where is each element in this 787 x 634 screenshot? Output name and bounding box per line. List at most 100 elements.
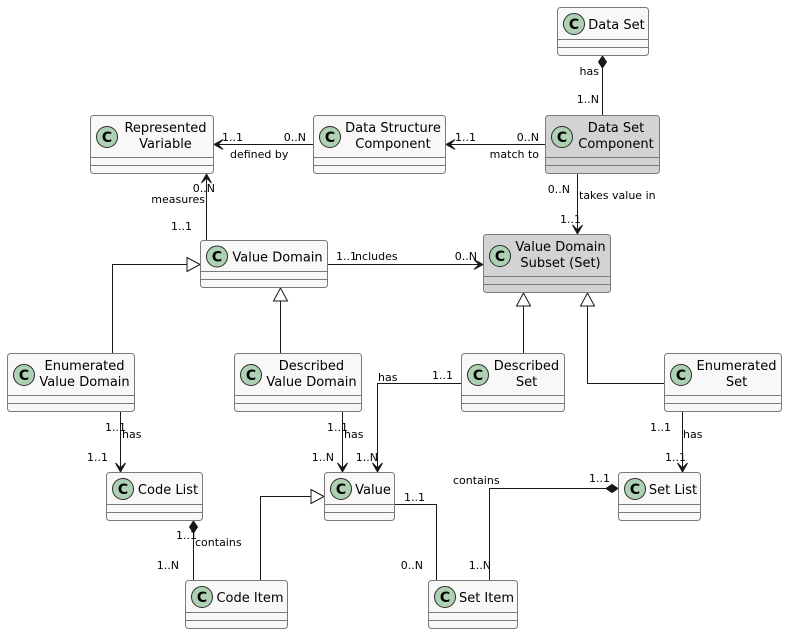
class-glyph: C [495,249,505,265]
multiplicity-label: 1..1 [222,131,243,144]
class-name-line: Code List [138,483,198,498]
class-glyph: C [197,590,207,606]
relation-label: has [378,371,398,384]
multiplicity-label: 1..N [312,451,334,464]
relation-line-eset-isa-vds[interactable] [587,306,665,384]
class-glyph: C [473,368,483,384]
class-code-item[interactable]: C Code Item [185,580,288,629]
class-data-set[interactable]: C Data Set [557,7,649,56]
class-name-line: Enumerated [44,359,124,374]
class-name-line: Set List [649,483,697,498]
class-name-line: Set [726,375,747,390]
multiplicity-label: 0..N [401,559,423,572]
relation-label: has [344,428,364,441]
uml-class-diagram: C Data Set C RepresentedVariable C Data Struc… [7,7,782,629]
class-name-line: Value Domain [266,375,356,390]
relation-label: match to [490,148,540,161]
generalization-triangle-icon [579,291,596,307]
class-name-line: Data Set [588,18,645,33]
multiplicity-label: 1..1 [589,472,610,485]
generalization-triangle-icon [310,488,326,505]
class-name-line: Described [279,359,344,374]
multiplicity-label: 0..N [517,131,539,144]
class-set-list[interactable]: C Set List [618,472,701,521]
relation-line-ci-isa-val[interactable] [260,496,312,581]
multiplicity-label: 1..N [356,451,378,464]
generalization-triangle-icon [515,291,532,307]
multiplicity-label: 1..N [469,559,491,572]
class-name-line: Value Domain [515,240,605,255]
multiplicity-label: 1..1 [404,491,425,504]
relation-line-sl-contains-si[interactable] [489,488,619,581]
class-enumerated-set[interactable]: C EnumeratedSet [664,353,782,412]
class-value[interactable]: C Value [324,472,395,521]
multiplicity-label: 1..1 [171,220,192,233]
relation-label: contains [195,536,242,549]
class-value-domain[interactable]: C Value Domain [200,240,328,288]
class-name-line: Subset (Set) [520,256,600,271]
generalization-triangle-icon [186,256,202,273]
class-name-line: Code Item [216,591,283,606]
class-name-line: Enumerated [696,359,776,374]
composition-diamond-icon [597,55,608,69]
multiplicity-label: 1..N [157,559,179,572]
relation-label: measures [151,193,205,206]
multiplicity-label: 1..1 [560,213,581,226]
class-described-value-domain[interactable]: C DescribedValue Domain [234,353,362,412]
class-represented-variable[interactable]: C RepresentedVariable [90,115,214,174]
relation-label: takes value in [579,189,656,202]
multiplicity-label: 1..1 [665,451,686,464]
class-glyph: C [676,368,686,384]
class-glyph: C [212,250,222,266]
class-name-line: Value Domain [232,251,322,266]
class-glyph: C [102,130,112,146]
class-glyph: C [246,368,256,384]
class-data-structure-component[interactable]: C Data StructureComponent [313,115,446,174]
multiplicity-label: 1..1 [650,421,671,434]
multiplicity-label: 1..1 [176,529,197,542]
class-name-line: Data Structure [345,121,441,136]
multiplicity-label: 1..1 [455,131,476,144]
multiplicity-label: 0..N [548,183,570,196]
multiplicity-label: 0..N [284,131,306,144]
relation-label: contains [453,474,500,487]
class-set-item[interactable]: C Set Item [428,580,518,629]
class-described-set[interactable]: C DescribedSet [461,353,565,412]
class-name-line: Represented [124,121,206,136]
classes-layer: C Data Set C RepresentedVariable C Data Struc… [7,7,782,629]
class-name-line: Component [578,137,653,152]
relation-line-dset-has-val[interactable] [377,383,462,473]
class-name-line: Variable [139,137,192,152]
class-glyph: C [325,130,335,146]
class-glyph: C [557,130,567,146]
class-glyph: C [336,482,346,498]
class-name-line: Value [355,483,391,498]
relation-line-evd-isa-vd[interactable] [112,264,188,354]
relation-label: defined by [230,148,289,161]
class-name-line: Data Set [588,121,645,136]
class-value-domain-subset[interactable]: C Value DomainSubset (Set) [483,234,611,293]
class-glyph: C [19,368,29,384]
class-name-line: Set [516,375,537,390]
relation-label: has [683,428,703,441]
relation-label: includes [352,250,398,263]
class-data-set-component[interactable]: C Data SetComponent [545,115,660,174]
multiplicity-label: 1..N [577,93,599,106]
class-glyph: C [630,482,640,498]
multiplicity-label: 1..1 [432,369,453,382]
multiplicity-label: 1..1 [87,451,108,464]
class-name-line: Value Domain [39,375,129,390]
class-name-line: Described [494,359,559,374]
class-name-line: Component [355,137,430,152]
class-glyph: C [569,17,579,33]
generalization-triangle-icon [272,286,289,302]
class-glyph: C [118,482,128,498]
relation-label: has [122,428,142,441]
class-name-line: Set Item [459,591,514,606]
class-enumerated-value-domain[interactable]: C EnumeratedValue Domain [7,353,135,412]
composition-diamond-icon [605,483,619,494]
relation-label: has [580,65,600,78]
multiplicity-label: 0..N [455,250,477,263]
class-glyph: C [440,590,450,606]
class-code-list[interactable]: C Code List [106,472,203,521]
